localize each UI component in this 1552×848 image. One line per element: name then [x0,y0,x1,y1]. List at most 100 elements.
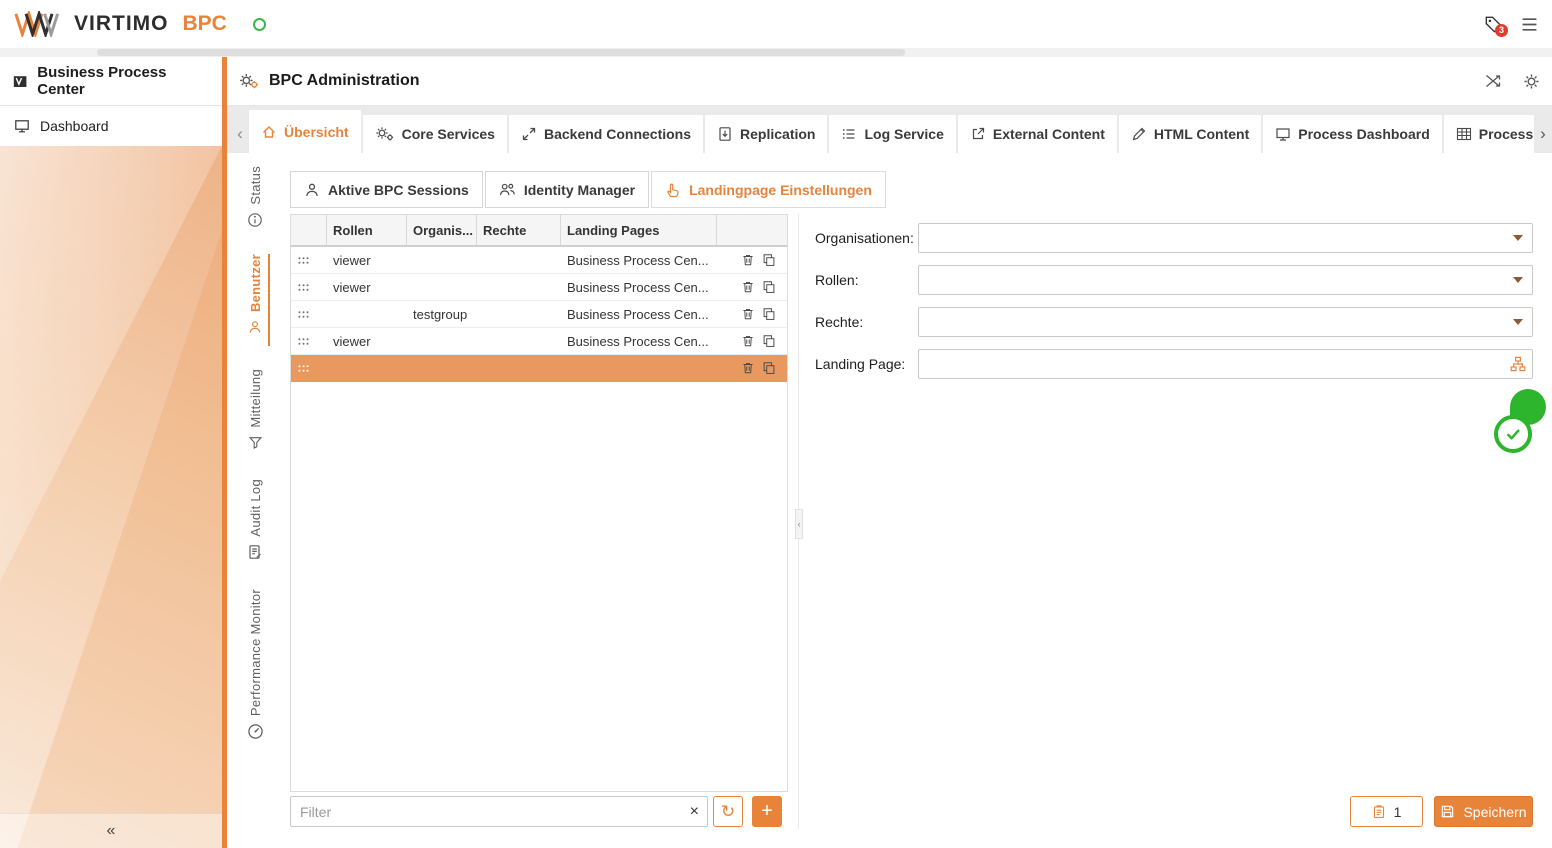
tab-process-dashboard[interactable]: Process Dashboard [1263,115,1442,153]
table-row[interactable]: testgroup Business Process Cen... [291,301,787,328]
dropdown-trigger[interactable] [1505,267,1531,293]
organisationen-select[interactable] [919,224,1532,252]
copy-icon[interactable] [762,280,776,294]
horizontal-scrollbar[interactable] [0,48,1552,57]
cell-landing-pages: Business Process Cen... [561,328,717,355]
subtab-label: Identity Manager [524,182,635,198]
tab-log-service[interactable]: Log Service [829,115,955,153]
table-filterbar: × ↻ + [290,796,788,827]
dropdown-trigger[interactable] [1505,309,1531,335]
admin-header-actions [1485,73,1540,90]
refresh-icon: ↻ [721,802,735,822]
landing-page-input[interactable] [919,350,1532,378]
side-tab-benutzer[interactable]: Benutzer [240,254,270,346]
subtab-identity-manager[interactable]: Identity Manager [485,171,649,208]
collapse-icon: « [107,822,116,840]
column-rollen[interactable]: Rollen [327,215,407,245]
copy-icon[interactable] [762,334,776,348]
cell-rechte [477,274,561,301]
sitemap-icon [1510,356,1526,372]
clear-filter-icon[interactable]: × [690,804,699,820]
subtab-aktive-bpc-sessions[interactable]: Aktive BPC Sessions [290,171,483,208]
rollen-select[interactable] [919,266,1532,294]
side-tab-performance-monitor[interactable]: Performance Monitor [240,589,270,761]
log-list-icon [841,126,857,142]
copy-icon[interactable] [762,307,776,321]
cell-rollen [327,355,407,382]
delete-icon[interactable] [741,361,755,375]
tabs-scroll-left[interactable]: ‹ [231,115,249,153]
rechte-field [918,307,1533,337]
cell-landing-pages [561,355,717,382]
side-tab-mitteilung[interactable]: Mitteilung [240,369,270,457]
drag-handle-icon[interactable] [291,301,327,328]
delete-icon[interactable] [741,253,755,267]
audit-doc-icon [247,544,263,560]
organisationen-label: Organisationen: [815,223,914,253]
main-tabbar: ‹ Übersicht Core Services Backend Connec… [227,106,1552,153]
sidebar-item-dashboard[interactable]: Dashboard [0,106,222,145]
table-row[interactable]: viewer Business Process Cen... [291,274,787,301]
table-row-selected[interactable] [291,355,787,382]
tab-replication[interactable]: Replication [705,115,827,153]
tab-label: Log Service [864,126,943,142]
sidebar-collapse-button[interactable]: « [0,813,222,848]
user-icon [247,319,263,335]
success-badge [1494,389,1550,455]
rechte-select[interactable] [919,308,1532,336]
tabs-scroll-right[interactable]: › [1534,115,1552,153]
tab-process-monitoring[interactable]: Process Monito [1444,115,1534,153]
menu-button[interactable] [1521,17,1538,32]
table-row[interactable]: viewer Business Process Cen... [291,247,787,274]
add-row-button[interactable]: + [752,796,782,827]
tab-html-content[interactable]: HTML Content [1119,115,1261,153]
copy-icon[interactable] [762,361,776,375]
row-actions [717,328,787,355]
drag-handle-icon[interactable] [291,274,327,301]
cell-landing-pages: Business Process Cen... [561,301,717,328]
drag-handle-icon[interactable] [291,247,327,274]
delete-icon[interactable] [741,280,755,294]
filter-input[interactable] [290,796,708,827]
side-tab-status[interactable]: Status [240,166,270,234]
side-tab-audit-log[interactable]: Audit Log [240,479,270,567]
admin-gears-icon [239,72,260,91]
cell-organisationen [407,247,477,274]
save-button[interactable]: Speichern [1434,796,1533,827]
row-actions [717,355,787,382]
dropdown-trigger[interactable] [1505,225,1531,251]
settings-button[interactable] [1523,73,1540,90]
copy-icon[interactable] [762,253,776,267]
column-landing-pages[interactable]: Landing Pages [561,215,717,245]
drag-handle-icon[interactable] [291,355,327,382]
uebersicht-content: Status Benutzer Mitteilung Audit Log Per… [227,153,1552,848]
table-row[interactable]: viewer Business Process Cen... [291,328,787,355]
row-actions [717,247,787,274]
landing-page-picker-button[interactable] [1505,351,1531,377]
tab-external-content[interactable]: External Content [958,115,1117,153]
drag-handle-icon[interactable] [291,328,327,355]
delete-icon[interactable] [741,334,755,348]
cell-rollen: viewer [327,274,407,301]
swap-panels-button[interactable] [1485,74,1503,88]
column-organisationen[interactable]: Organis... [407,215,477,245]
side-tab-label: Status [248,166,263,205]
modified-count-button[interactable]: 1 [1350,796,1423,827]
external-content-icon [970,126,986,142]
refresh-button[interactable]: ↻ [713,796,743,827]
chevron-down-icon [1513,235,1523,241]
benutzer-subtabs: Aktive BPC Sessions Identity Manager Lan… [290,171,886,208]
main-panel: BPC Administration ‹ [227,57,1552,848]
side-tab-label: Performance Monitor [248,589,263,716]
notifications-button[interactable]: 3 [1484,15,1503,34]
cell-rechte [477,328,561,355]
save-label: Speichern [1463,804,1526,820]
delete-icon[interactable] [741,307,755,321]
tab-core-services[interactable]: Core Services [363,115,507,153]
scrollbar-thumb[interactable] [97,49,905,56]
tab-backend-connections[interactable]: Backend Connections [509,115,703,153]
subtab-label: Landingpage Einstellungen [689,182,872,198]
column-rechte[interactable]: Rechte [477,215,561,245]
subtab-landingpage-einstellungen[interactable]: Landingpage Einstellungen [651,171,886,208]
tab-uebersicht[interactable]: Übersicht [249,110,361,153]
